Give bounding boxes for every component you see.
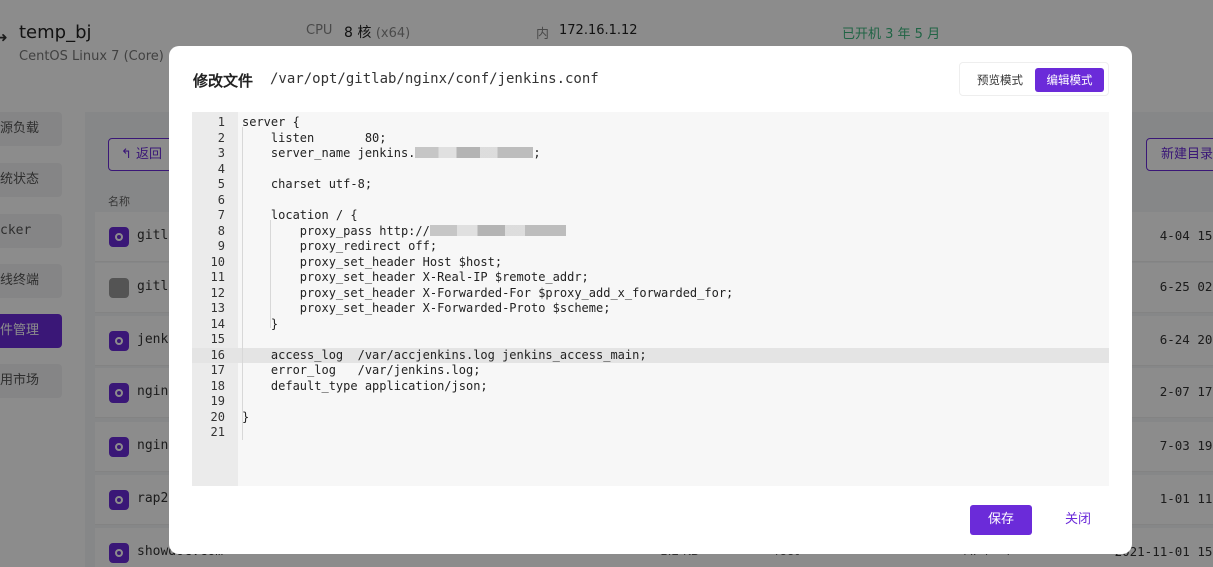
code-text: listen 80; (242, 130, 387, 145)
line-number: 19 (210, 394, 225, 408)
code-line[interactable]: 9 proxy_redirect off; (192, 239, 1109, 255)
line-number: 18 (210, 378, 225, 393)
line-number: 7 (217, 208, 225, 222)
code-line[interactable]: 18 default_type application/json; (192, 379, 1109, 395)
save-button[interactable]: 保存 (970, 505, 1032, 535)
line-number: 2 (217, 130, 225, 145)
code-line[interactable]: 17 error_log /var/jenkins.log; (192, 363, 1109, 379)
line-number: 21 (210, 425, 225, 439)
code-text: } (242, 316, 279, 331)
code-line[interactable]: 10 proxy_set_header Host $host; (192, 255, 1109, 271)
line-number: 15 (210, 332, 225, 346)
code-text: proxy_pass http:// (242, 224, 566, 240)
code-line[interactable]: 19 (192, 394, 1109, 410)
line-number: 17 (210, 363, 225, 377)
edit-mode-button[interactable]: 编辑模式 (1035, 68, 1104, 92)
line-number: 14 (210, 316, 225, 331)
code-text: location / { (242, 208, 358, 222)
line-number: 8 (217, 223, 225, 238)
code-text: } (242, 409, 250, 424)
code-text: proxy_set_header Host $host; (242, 254, 503, 269)
code-line[interactable]: 5 charset utf-8; (192, 177, 1109, 193)
line-number: 1 (217, 115, 225, 129)
line-number: 10 (210, 254, 225, 269)
close-button[interactable]: 关闭 (1053, 505, 1103, 535)
code-line[interactable]: 14 } (192, 317, 1109, 333)
code-text: default_type application/json; (242, 378, 488, 393)
code-line[interactable]: 6 (192, 193, 1109, 209)
indent-guide (242, 127, 243, 440)
code-text: proxy_redirect off; (242, 239, 438, 253)
code-text: error_log /var/jenkins.log; (242, 363, 481, 377)
edit-file-dialog: 修改文件 /var/opt/gitlab/nginx/conf/jenkins.… (169, 46, 1132, 554)
line-number: 9 (217, 239, 225, 253)
code-text: proxy_set_header X-Forwarded-For $proxy_… (242, 285, 734, 300)
file-path: /var/opt/gitlab/nginx/conf/jenkins.conf (270, 71, 599, 87)
code-text: server { (242, 115, 300, 129)
code-line[interactable]: 21 (192, 425, 1109, 441)
dialog-title: 修改文件 (193, 72, 254, 90)
line-number: 6 (217, 192, 225, 207)
line-number: 4 (217, 161, 225, 176)
code-line[interactable]: 11 proxy_set_header X-Real-IP $remote_ad… (192, 270, 1109, 286)
line-number: 13 (210, 301, 225, 315)
code-text: charset utf-8; (242, 177, 373, 191)
line-number: 3 (217, 146, 225, 160)
code-line[interactable]: 13 proxy_set_header X-Forwarded-Proto $s… (192, 301, 1109, 317)
code-text: ; (533, 146, 541, 160)
code-line[interactable]: 15 (192, 332, 1109, 348)
line-number: 12 (210, 285, 225, 300)
code-text: server_name jenkins.; (242, 146, 541, 160)
code-text: access_log /var/accjenkins.log jenkins_a… (242, 347, 647, 362)
code-line[interactable]: 7 location / { (192, 208, 1109, 224)
code-line[interactable]: 4 (192, 162, 1109, 178)
code-line[interactable]: 8 proxy_pass http:// (192, 224, 1109, 240)
indent-guide (270, 220, 271, 328)
line-number: 5 (217, 177, 225, 191)
line-number: 20 (210, 409, 225, 424)
line-number: 16 (210, 347, 225, 362)
code-line[interactable]: 2 listen 80; (192, 131, 1109, 147)
mode-switch: 预览模式 编辑模式 (959, 62, 1109, 96)
redacted-text (415, 147, 534, 158)
code-line[interactable]: 1 server { (192, 115, 1109, 131)
line-number: 11 (210, 270, 225, 284)
redacted-text (429, 224, 566, 236)
code-text: proxy_set_header X-Forwarded-Proto $sche… (242, 301, 611, 315)
code-text: proxy_set_header X-Real-IP $remote_addr; (242, 270, 589, 284)
code-line[interactable]: 20} (192, 410, 1109, 426)
code-line[interactable]: 16 access_log /var/accjenkins.log jenkin… (192, 347, 1109, 363)
code-editor[interactable]: 1 server {2 listen 80; 3 server_name jenki… (192, 112, 1109, 486)
code-line[interactable]: 3 server_name jenkins.; (192, 146, 1109, 162)
preview-mode-button[interactable]: 预览模式 (968, 68, 1032, 92)
code-line[interactable]: 12 proxy_set_header X-Forwarded-For $pro… (192, 286, 1109, 302)
